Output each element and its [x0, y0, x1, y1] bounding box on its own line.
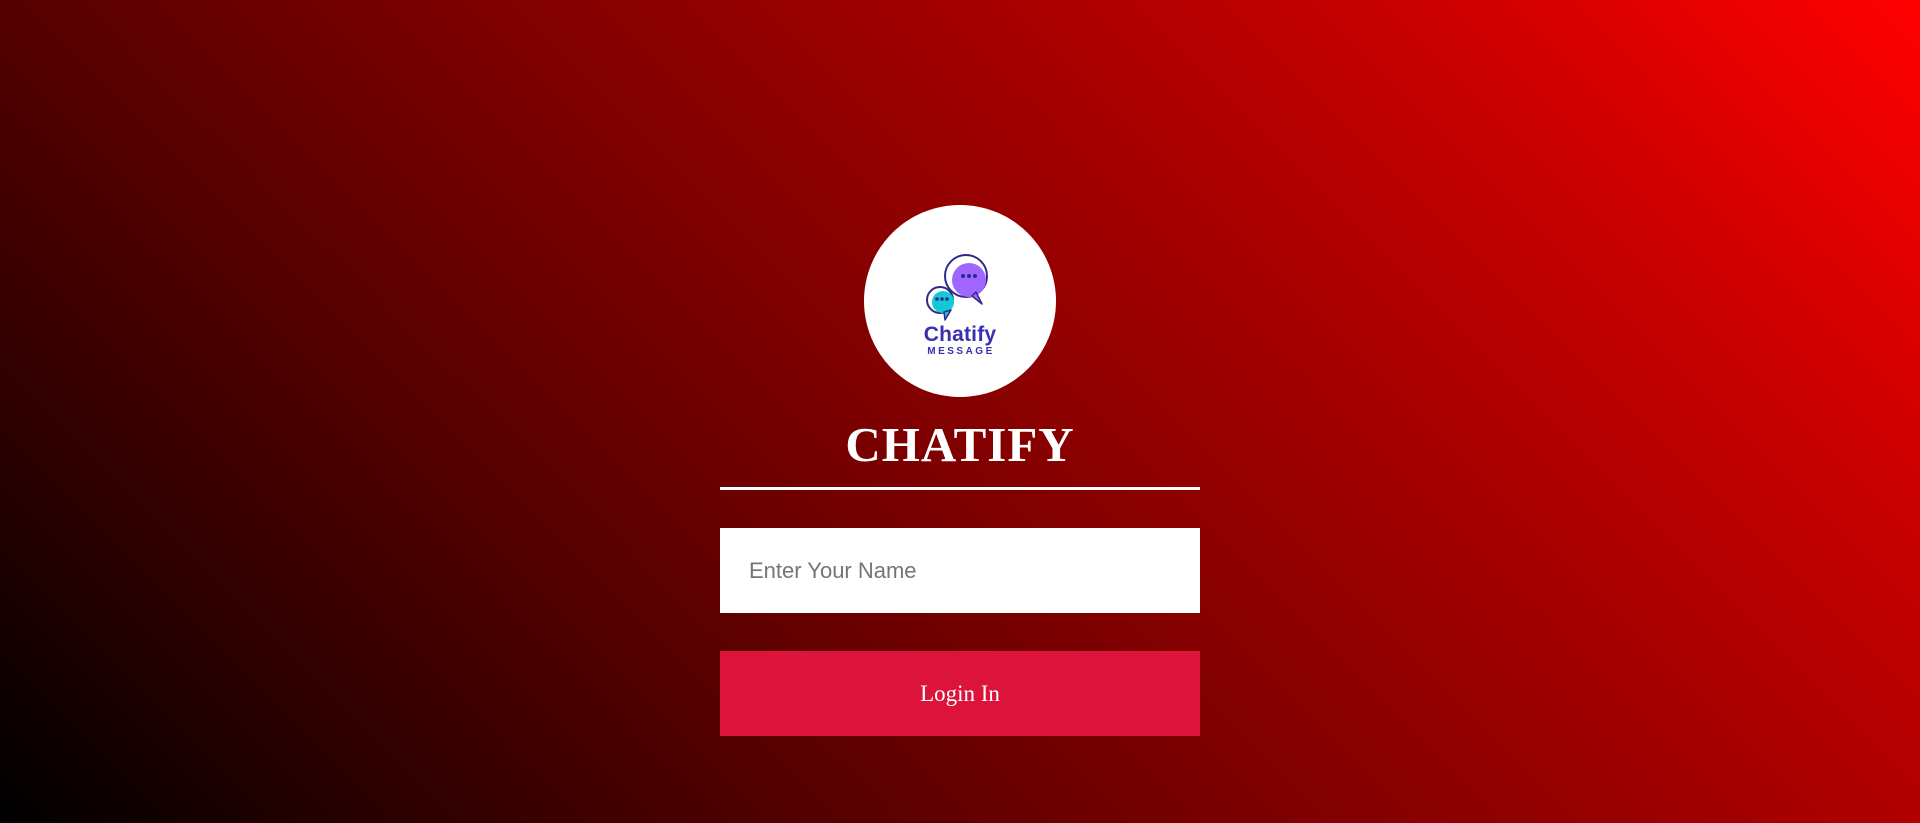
title-divider	[720, 487, 1200, 490]
chat-bubbles-icon	[926, 254, 988, 321]
logo-wordmark: Chatify	[923, 323, 997, 346]
login-button[interactable]: Login In	[720, 651, 1200, 736]
name-input[interactable]	[720, 528, 1200, 613]
app-logo: Chatify MESSAGE	[864, 205, 1056, 397]
logo-subtext: MESSAGE	[927, 346, 995, 357]
page-title: CHATIFY	[845, 417, 1075, 472]
login-card: Chatify MESSAGE CHATIFY Login In	[720, 205, 1200, 736]
